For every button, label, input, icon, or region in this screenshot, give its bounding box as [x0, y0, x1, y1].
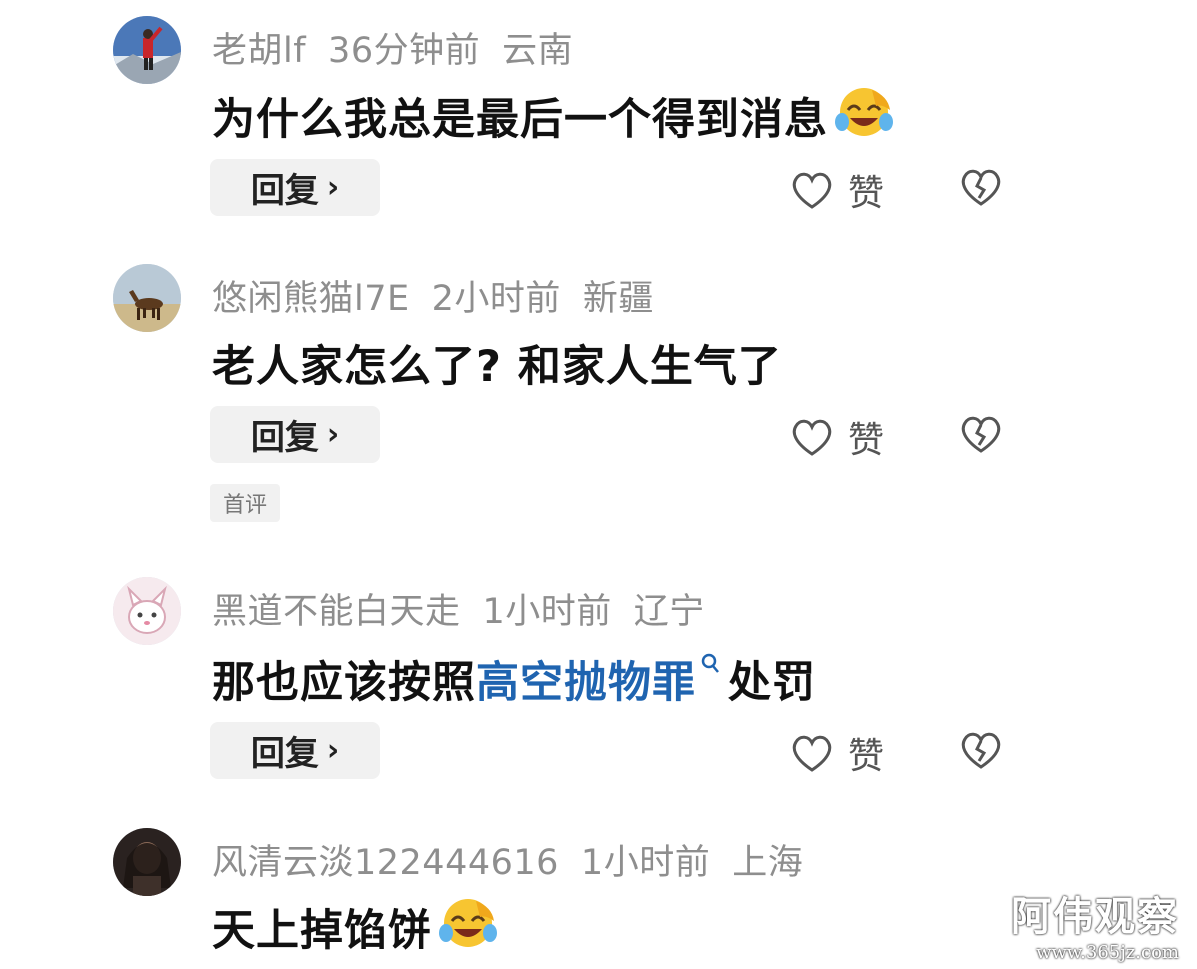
laughing-crying-emoji-icon: [832, 82, 896, 149]
location: 新疆: [582, 279, 654, 319]
search-link[interactable]: 高空抛物罪: [476, 648, 696, 710]
broken-heart-icon: [961, 732, 1001, 769]
like-button[interactable]: 赞: [790, 411, 884, 463]
like-button[interactable]: 赞: [790, 727, 884, 779]
location: 辽宁: [633, 592, 705, 632]
timestamp: 1小时前: [580, 843, 711, 883]
avatar[interactable]: [113, 828, 181, 896]
reply-label: 回复: [250, 171, 319, 211]
dislike-button[interactable]: [958, 166, 1004, 212]
like-label: 赞: [848, 736, 885, 777]
broken-heart-icon: [961, 416, 1001, 453]
location: 云南: [502, 31, 574, 71]
comment-body-before: 那也应该按照: [212, 658, 476, 708]
broken-heart-icon: [961, 169, 1001, 206]
timestamp: 1小时前: [482, 592, 612, 632]
like-label: 赞: [848, 420, 885, 461]
comment-body-after: 处罚: [728, 658, 816, 708]
watermark-title: 阿伟观察: [1011, 894, 1179, 940]
watermark-url: www.365jz.com: [1036, 942, 1179, 963]
comment-text: 为什么我总是最后一个得到消息: [212, 82, 896, 149]
comment-body: 为什么我总是最后一个得到消息: [212, 94, 828, 145]
chevron-right-icon: ›: [326, 417, 340, 452]
reply-button[interactable]: 回复 ›: [210, 406, 380, 463]
comment-body: 天上掉馅饼: [212, 905, 432, 956]
timestamp: 36分钟前: [328, 31, 481, 71]
comment-body: 老人家怎么了? 和家人生气了: [212, 342, 782, 392]
comment-meta: 黑道不能白天走 1小时前 辽宁: [212, 583, 727, 634]
first-comment-badge: 首评: [210, 484, 280, 522]
heart-outline-icon: [792, 419, 832, 456]
comment-meta: 悠闲熊猫l7E 2小时前 新疆: [212, 270, 676, 321]
avatar[interactable]: [113, 264, 181, 332]
comment-meta: 老胡lf 36分钟前 云南: [212, 22, 595, 73]
watermark: 阿伟观察 www.365jz.com: [1011, 884, 1179, 963]
reply-button[interactable]: 回复 ›: [210, 722, 380, 779]
heart-outline-icon: [792, 172, 832, 209]
username[interactable]: 悠闲熊猫l7E: [212, 279, 410, 319]
dislike-button[interactable]: [958, 413, 1004, 459]
location: 上海: [732, 843, 804, 883]
avatar[interactable]: [113, 16, 181, 84]
comment-text: 那也应该按照 高空抛物罪 处罚: [212, 648, 816, 710]
avatar[interactable]: [113, 577, 181, 645]
chevron-right-icon: ›: [326, 170, 340, 205]
comment-text: 天上掉馅饼: [212, 893, 500, 960]
username[interactable]: 风清云淡122444616: [212, 843, 559, 883]
comment-meta: 风清云淡122444616 1小时前 上海: [212, 834, 825, 885]
username[interactable]: 老胡lf: [212, 31, 306, 71]
reply-button[interactable]: 回复 ›: [210, 159, 380, 216]
timestamp: 2小时前: [431, 279, 561, 319]
search-icon[interactable]: [700, 652, 720, 682]
chevron-right-icon: ›: [326, 733, 340, 768]
laughing-crying-emoji-icon: [436, 893, 500, 960]
reply-label: 回复: [250, 734, 319, 774]
comment-text: 老人家怎么了? 和家人生气了: [212, 332, 782, 394]
dislike-button[interactable]: [958, 729, 1004, 775]
username[interactable]: 黑道不能白天走: [212, 592, 461, 632]
like-label: 赞: [848, 173, 885, 214]
heart-outline-icon: [792, 735, 832, 772]
like-button[interactable]: 赞: [790, 164, 884, 216]
reply-label: 回复: [250, 418, 319, 458]
